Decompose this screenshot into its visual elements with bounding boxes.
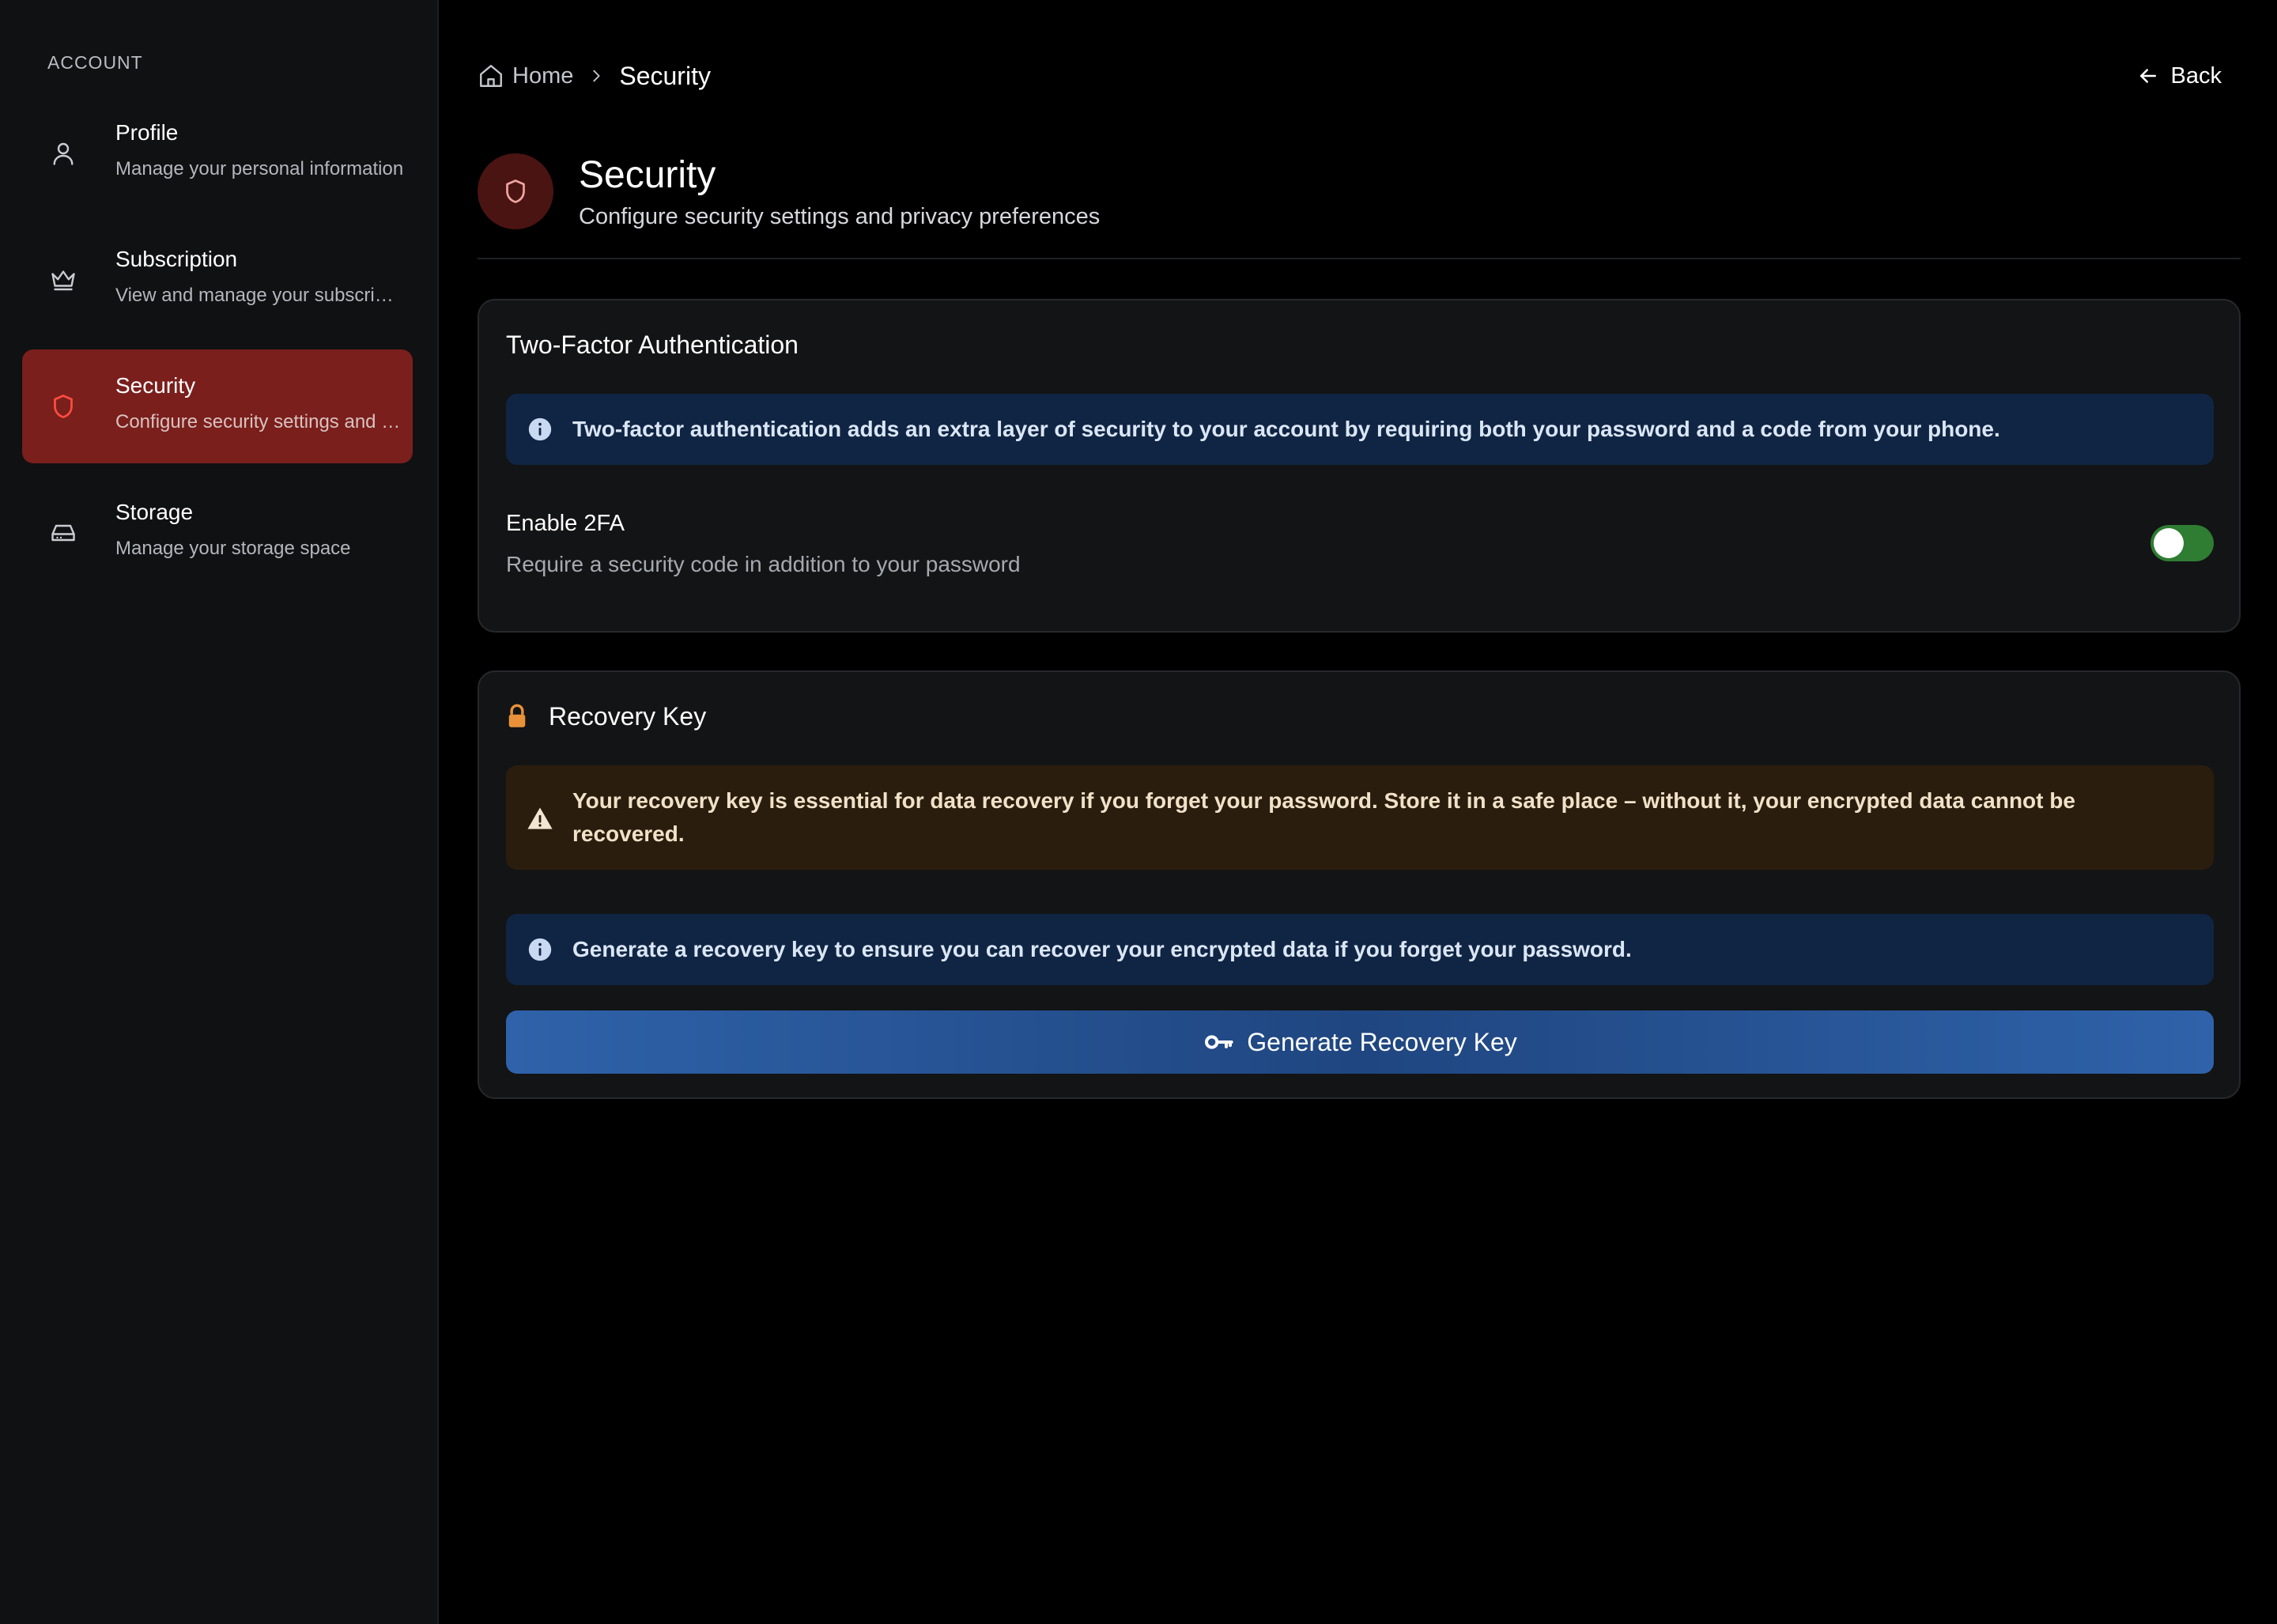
- home-icon[interactable]: [478, 62, 504, 89]
- breadcrumb-home-link[interactable]: Home: [512, 63, 573, 89]
- breadcrumb: Home Security: [478, 59, 711, 93]
- arrow-left-icon: [2139, 69, 2156, 83]
- main-content: Home Security Back Security Configure se…: [440, 0, 2277, 1624]
- app-root: ACCOUNT Profile Manage your personal inf…: [0, 0, 2277, 1624]
- enable-2fa-description: Require a security code in addition to y…: [506, 552, 1021, 576]
- sidebar-item-title: Storage: [115, 500, 194, 524]
- shield-icon: [478, 153, 553, 229]
- two-factor-info-alert: Two-factor authentication adds an extra …: [506, 394, 2214, 465]
- hard-drive-icon: [47, 517, 79, 549]
- enable-2fa-toggle[interactable]: [2150, 525, 2214, 561]
- sidebar-item-title: Security: [115, 373, 196, 398]
- recovery-info-text: Generate a recovery key to ensure you ca…: [572, 937, 1632, 961]
- recovery-key-card: Recovery Key Your recovery key is essent…: [478, 670, 2241, 1099]
- info-icon: [527, 936, 553, 963]
- sidebar-item-subscription[interactable]: Subscription View and manage your subscr…: [22, 223, 413, 337]
- sidebar-item-subtitle: Manage your storage space: [115, 538, 351, 559]
- generate-recovery-key-label: Generate Recovery Key: [1247, 1027, 1517, 1056]
- warning-triangle-icon: [527, 804, 553, 831]
- crown-icon: [47, 264, 79, 296]
- recovery-key-title: Recovery Key: [549, 702, 707, 731]
- page-header: Security Configure security settings and…: [478, 153, 2241, 259]
- user-icon: [47, 138, 79, 169]
- back-button[interactable]: Back: [2136, 59, 2222, 93]
- recovery-warning-text: Your recovery key is essential for data …: [572, 788, 2075, 846]
- chevron-right-icon: [587, 67, 605, 85]
- sidebar: ACCOUNT Profile Manage your personal inf…: [0, 0, 439, 1624]
- page-subtitle: Configure security settings and privacy …: [579, 204, 1101, 229]
- generate-recovery-key-button[interactable]: Generate Recovery Key: [506, 1010, 2214, 1074]
- page-title: Security: [579, 154, 716, 196]
- sidebar-item-subtitle: Manage your personal information: [115, 158, 404, 179]
- sidebar-item-storage[interactable]: Storage Manage your storage space: [22, 476, 413, 590]
- enable-2fa-label: Enable 2FA: [506, 511, 625, 536]
- breadcrumb-current: Security: [619, 61, 711, 90]
- recovery-warning-alert: Your recovery key is essential for data …: [506, 765, 2214, 870]
- sidebar-item-subtitle: Configure security settings and privacy …: [115, 411, 404, 432]
- sidebar-item-subtitle: View and manage your subscription: [115, 285, 404, 306]
- shield-icon: [47, 391, 79, 422]
- recovery-info-alert: Generate a recovery key to ensure you ca…: [506, 914, 2214, 985]
- sidebar-item-profile[interactable]: Profile Manage your personal information: [22, 96, 413, 210]
- sidebar-item-security[interactable]: Security Configure security settings and…: [22, 349, 413, 463]
- key-icon: [1205, 1035, 1233, 1049]
- two-factor-title: Two-Factor Authentication: [506, 330, 799, 359]
- back-button-label: Back: [2170, 62, 2222, 89]
- info-icon: [527, 416, 553, 443]
- sidebar-item-title: Subscription: [115, 247, 238, 271]
- sidebar-section-title: ACCOUNT: [47, 52, 143, 73]
- toggle-knob: [2154, 528, 2184, 558]
- two-factor-card: Two-Factor Authentication Two-factor aut…: [478, 299, 2241, 633]
- sidebar-item-title: Profile: [115, 120, 179, 145]
- lock-icon: [506, 704, 528, 729]
- two-factor-info-text: Two-factor authentication adds an extra …: [572, 417, 2000, 441]
